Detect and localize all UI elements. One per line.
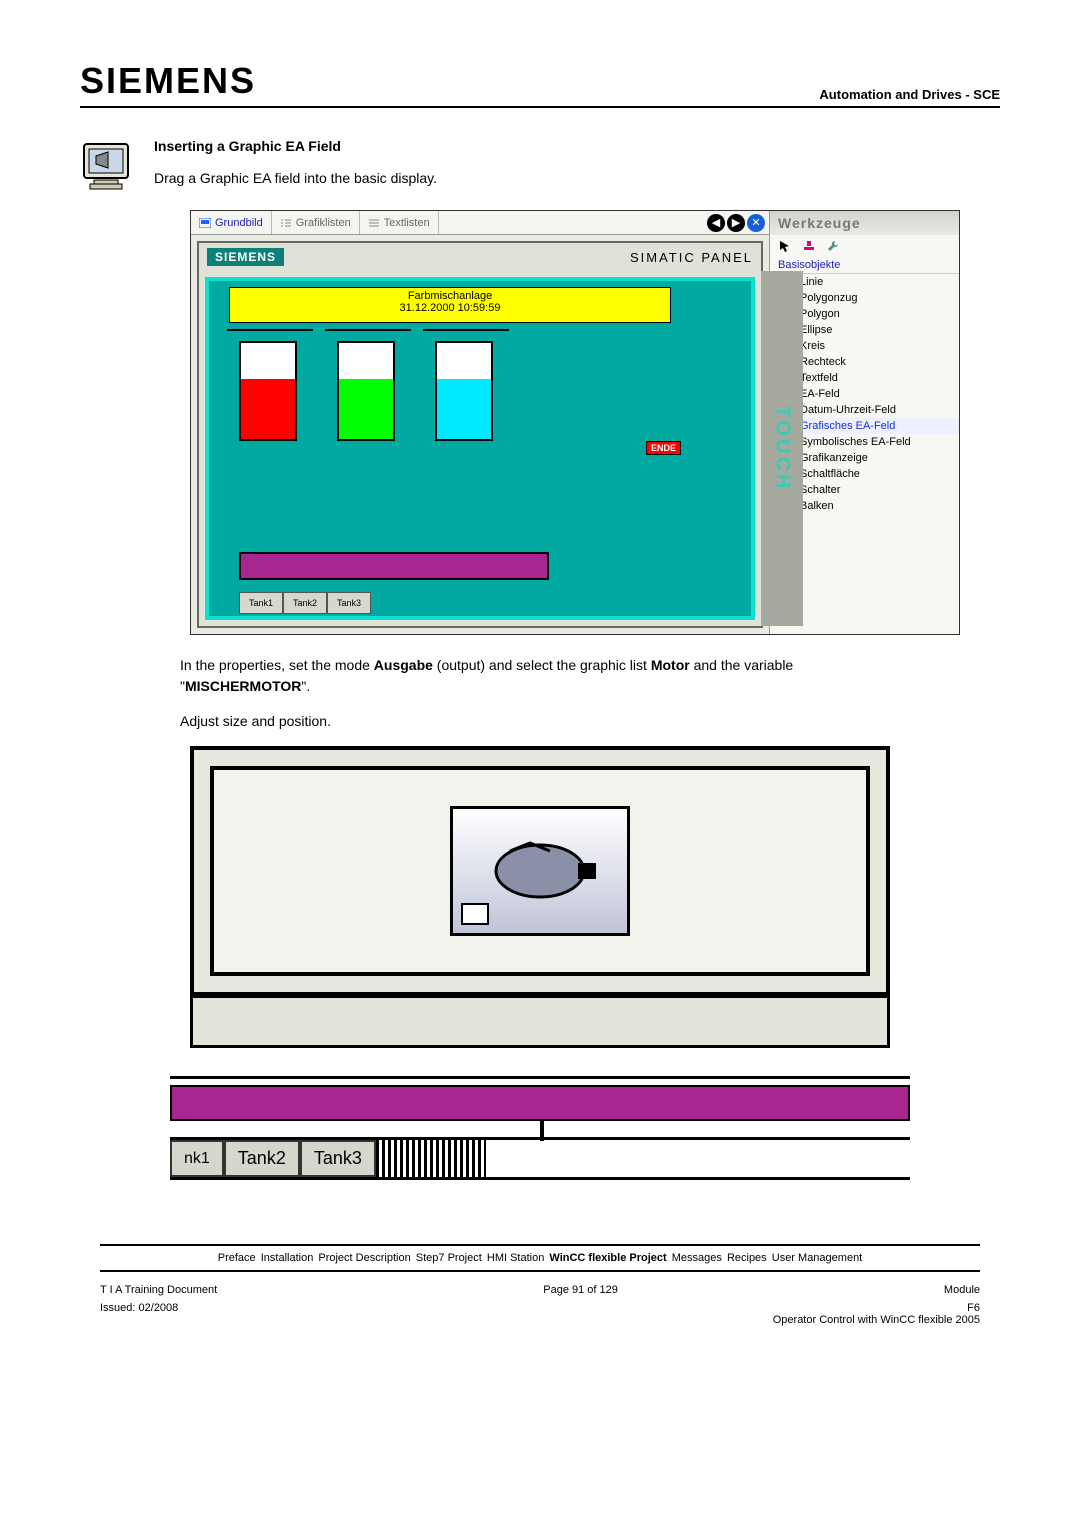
nav-prev-button[interactable]: ◀: [707, 214, 725, 232]
monitor-screen: [210, 766, 870, 976]
section-intro: Inserting a Graphic EA Field Drag a Grap…: [80, 138, 1000, 194]
tab-grundbild-label: Grundbild: [215, 217, 263, 229]
brand-logo: SIEMENS: [80, 60, 256, 102]
simatic-panel: SIEMENS SIMATIC PANEL Farbmischanlage 31…: [197, 241, 763, 628]
crumb-step7: Step7 Project: [416, 1252, 482, 1264]
crumb-wincc: WinCC flexible Project: [549, 1252, 666, 1264]
instruction-adjust: Adjust size and position.: [180, 711, 900, 732]
monitor-icon: [80, 138, 136, 194]
footer-line2: Issued: 02/2008 F6 Operator Control with…: [100, 1302, 980, 1326]
footer-mid: Page 91 of 129: [543, 1284, 618, 1296]
crumb-hmi: HMI Station: [487, 1252, 544, 1264]
hmi-screen: Farbmischanlage 31.12.2000 10:59:59 ENDE…: [205, 277, 755, 620]
btn-nk1[interactable]: nk1: [170, 1140, 224, 1177]
header-subtitle: Automation and Drives - SCE: [819, 87, 1000, 102]
title-line2: 31.12.2000 10:59:59: [230, 302, 670, 314]
tank1-button[interactable]: Tank1: [239, 592, 283, 614]
panel-title: SIMATIC PANEL: [630, 250, 753, 265]
pointer-icon[interactable]: [778, 239, 792, 253]
nav-next-button[interactable]: ▶: [727, 214, 745, 232]
tab-grundbild[interactable]: Grundbild: [191, 211, 272, 234]
page-header: SIEMENS Automation and Drives - SCE: [80, 60, 1000, 108]
tab-grafik-label: Grafiklisten: [296, 217, 351, 229]
textlist-icon: [368, 218, 380, 228]
btn-tank2[interactable]: Tank2: [224, 1140, 300, 1177]
screen-icon: [199, 218, 211, 228]
breadcrumb: Preface Installation Project Description…: [100, 1244, 980, 1272]
crumb-messages: Messages: [672, 1252, 722, 1264]
tank3-button[interactable]: Tank3: [327, 592, 371, 614]
tab-textlisten[interactable]: Textlisten: [360, 211, 439, 234]
mixer-stem: [540, 1121, 544, 1141]
list-icon: [280, 218, 292, 228]
monitor-base: [190, 998, 890, 1048]
button-row: nk1 Tank2 Tank3: [170, 1140, 910, 1180]
touch-strip: TOUCH: [761, 271, 803, 626]
footer-f6: F6: [773, 1302, 980, 1314]
footer-product: Operator Control with WinCC flexible 200…: [773, 1314, 980, 1326]
tab-grafiklisten[interactable]: Grafiklisten: [272, 211, 360, 234]
tank2-button[interactable]: Tank2: [283, 592, 327, 614]
barcode-graphic: [376, 1140, 486, 1177]
crumb-preface: Preface: [218, 1252, 256, 1264]
screenshot-editor: Grundbild Grafiklisten Textlisten ◀ ▶ ✕ …: [190, 210, 960, 635]
footer-issued: Issued: 02/2008: [100, 1302, 178, 1326]
tool-mode-icons: [770, 235, 959, 257]
tank-1: [239, 341, 297, 441]
crumb-install: Installation: [261, 1252, 314, 1264]
ende-button[interactable]: ENDE: [646, 441, 681, 455]
tab-text-label: Textlisten: [384, 217, 430, 229]
title-line1: Farbmischanlage: [230, 290, 670, 302]
close-button[interactable]: ✕: [747, 214, 765, 232]
instruction-paragraph: In the properties, set the mode Ausgabe …: [180, 655, 900, 697]
editor-tabs: Grundbild Grafiklisten Textlisten ◀ ▶ ✕: [191, 211, 769, 235]
crumb-usermgmt: User Management: [772, 1252, 863, 1264]
title-bar: Farbmischanlage 31.12.2000 10:59:59: [229, 287, 671, 323]
tank-2: [337, 341, 395, 441]
section-intro-text: Drag a Graphic EA field into the basic d…: [154, 170, 437, 186]
motor-image: [450, 806, 630, 936]
tank-3: [435, 341, 493, 441]
wrench-icon[interactable]: [826, 239, 840, 253]
crumb-recipes: Recipes: [727, 1252, 767, 1264]
btn-tank3[interactable]: Tank3: [300, 1140, 376, 1177]
siemens-badge: SIEMENS: [207, 248, 284, 266]
crumb-projdesc: Project Description: [318, 1252, 410, 1264]
tank-row: [239, 341, 493, 441]
footer-line1: T I A Training Document Page 91 of 129 M…: [100, 1284, 980, 1296]
mixer-strip: [170, 1076, 910, 1140]
section-title: Inserting a Graphic EA Field: [154, 138, 437, 154]
footer-left: T I A Training Document: [100, 1284, 217, 1296]
footer-right: Module: [944, 1284, 980, 1296]
motor-icon: [480, 831, 600, 911]
mixer-bar: [239, 552, 549, 580]
monitor-graphic: [190, 746, 890, 998]
tools-title: Werkzeuge: [770, 211, 959, 235]
tank-buttons: Tank1 Tank2 Tank3: [239, 592, 371, 614]
stamp-icon[interactable]: [802, 239, 816, 253]
mixer-fill: [170, 1085, 910, 1121]
screenshot-result: nk1 Tank2 Tank3: [170, 746, 910, 1180]
